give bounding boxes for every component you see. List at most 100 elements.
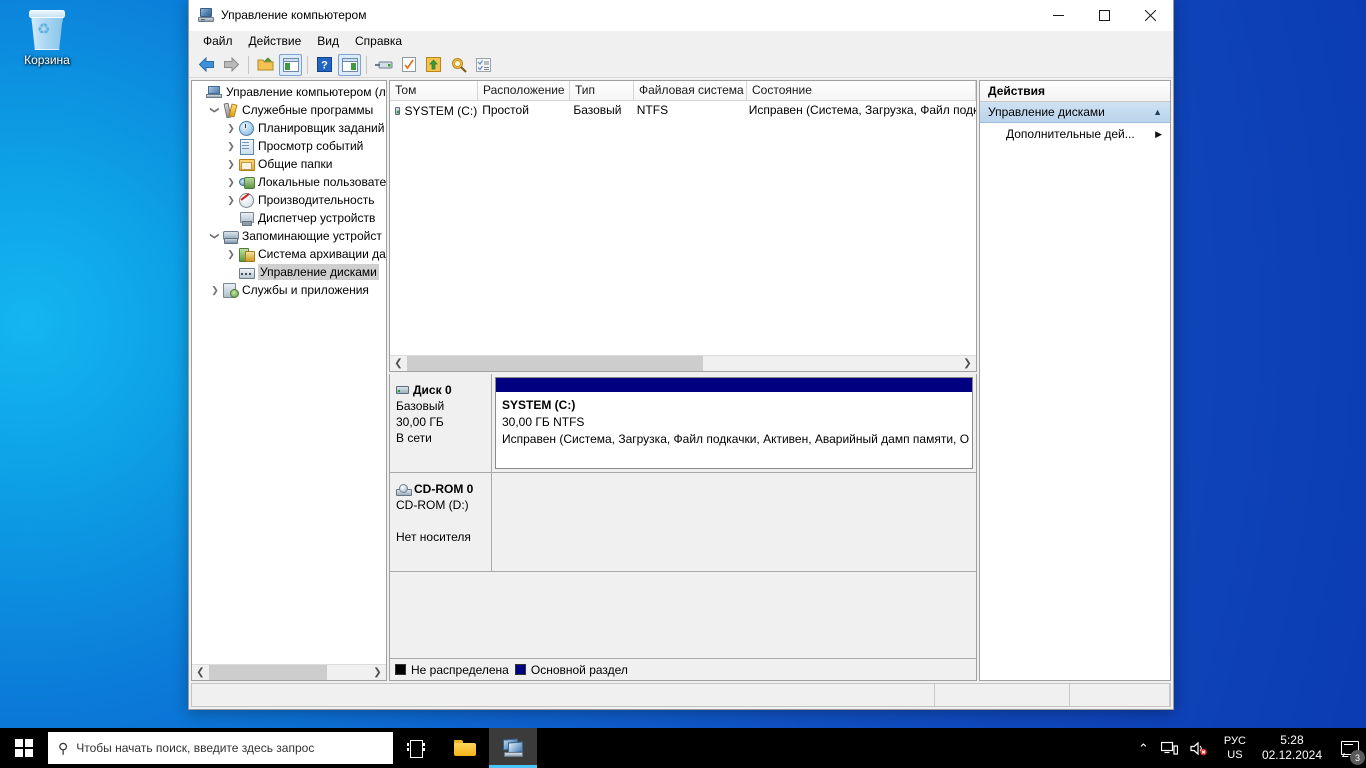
up-folder-button[interactable] [254,54,277,76]
properties-button[interactable] [397,54,420,76]
chevron-up-icon: ▲ [1153,107,1162,117]
tree-item-label: Общие папки [258,157,333,171]
volume-list-horizontal-scrollbar[interactable]: ❮ ❯ [390,355,976,371]
show-hidden-icons-button[interactable]: ⌃ [1132,728,1155,768]
tree-item-2[interactable]: ❯ Планировщик заданий [192,119,386,137]
computer-management-taskbar-button[interactable] [489,728,537,768]
disk-rows: Диск 0 Базовый 30,00 ГБ В сети SYSTEM (C… [390,374,976,658]
clock-date: 02.12.2024 [1261,748,1322,762]
rescan-disks-button[interactable] [372,54,395,76]
window-titlebar[interactable]: Управление компьютером [189,0,1173,31]
status-bar [191,683,1171,707]
show-tree-button[interactable] [279,53,302,76]
disk-row[interactable]: CD-ROM 0 CD-ROM (D:) Нет носителя [390,473,976,572]
column-header-type[interactable]: Тип [570,81,634,100]
tree-scroll-left-button[interactable]: ❮ [192,664,209,680]
svg-text:?: ? [321,60,328,72]
tree-item-3[interactable]: ❯ Просмотр событий [192,137,386,155]
export-list-button[interactable] [422,54,445,76]
volume-button[interactable] [1184,728,1214,768]
menu-action[interactable]: Действие [241,32,310,50]
network-button[interactable] [1155,728,1184,768]
tree-item-9[interactable]: ❯ Система архивации да [192,245,386,263]
chevron-right-icon[interactable]: ❯ [224,191,238,209]
minimize-button[interactable] [1035,0,1081,31]
tree-scroll-track[interactable] [209,664,369,680]
language-indicator[interactable]: РУС US [1214,734,1256,762]
search-button[interactable] [447,54,470,76]
cdrom0-media-area[interactable] [492,473,976,571]
volume-scroll-left-button[interactable]: ❮ [390,355,407,371]
action-more-actions[interactable]: Дополнительные дей... ▶ [980,123,1170,145]
partition-system-c[interactable]: SYSTEM (C:) 30,00 ГБ NTFS Исправен (Сист… [495,377,973,469]
partition-status: Исправен (Система, Загрузка, Файл подкач… [502,432,970,446]
task-view-icon [407,740,427,758]
task-view-button[interactable] [393,728,441,768]
details-list-button[interactable] [472,54,495,76]
maximize-button[interactable] [1081,0,1127,31]
chevron-right-icon[interactable]: ❯ [224,245,238,263]
forward-button[interactable] [220,54,243,76]
tree-item-10[interactable]: Управление дисками [192,263,386,281]
backup-icon [238,246,255,262]
column-header-volume[interactable]: Том [390,81,478,100]
column-header-layout[interactable]: Расположение [478,81,570,100]
volume-scroll-track[interactable] [407,355,959,371]
console-tree[interactable]: Управление компьютером (л ❯ Служебные прог… [192,81,386,664]
volume-scroll-right-button[interactable]: ❯ [959,355,976,371]
storage-icon [222,228,239,244]
computer-management-icon [502,737,524,758]
column-header-filesystem[interactable]: Файловая система [634,81,747,100]
desktop[interactable]: ♻ Корзина Управление компьютером Файл Де… [0,0,1366,768]
actions-group-disk-management[interactable]: Управление дисками ▲ [980,102,1170,123]
search-input[interactable]: ⚲ Чтобы начать поиск, введите здесь запр… [48,732,393,764]
tree-item-0[interactable]: Управление компьютером (л [192,83,386,101]
start-button[interactable] [0,728,48,768]
tree-item-5[interactable]: ❯ Локальные пользовате [192,173,386,191]
action-pane-button[interactable] [338,53,361,76]
desktop-icon-recycle-bin[interactable]: ♻ Корзина [8,6,86,80]
chevron-right-icon[interactable]: ❯ [224,137,238,155]
toolbar: ? [189,52,1173,78]
tree-scroll-thumb[interactable] [209,664,327,680]
clock[interactable]: 5:28 02.12.2024 [1256,733,1332,763]
back-button[interactable] [195,54,218,76]
chevron-right-icon[interactable]: ❯ [224,119,238,137]
menu-view[interactable]: Вид [309,32,347,50]
legend-swatch [514,664,526,675]
tree-item-8[interactable]: ❯ Запоминающие устройст [192,227,386,245]
volume-list: Том Расположение Тип Файловая система Со… [389,80,977,372]
menu-file[interactable]: Файл [195,32,241,50]
tree-item-label: Производительность [258,193,375,207]
clock-icon [238,120,254,136]
volume-scroll-thumb[interactable] [407,355,703,371]
disk-row[interactable]: Диск 0 Базовый 30,00 ГБ В сети SYSTEM (C… [390,374,976,473]
table-row[interactable]: SYSTEM (C:) Простой Базовый NTFS Исправе… [390,101,976,119]
chevron-right-icon[interactable]: ❯ [224,155,238,173]
tree-scroll-right-button[interactable]: ❯ [369,664,386,680]
menu-help[interactable]: Справка [347,32,410,50]
tree-horizontal-scrollbar[interactable]: ❮ ❯ [192,664,386,680]
help-button[interactable]: ? [313,54,336,76]
column-header-status[interactable]: Состояние [747,81,976,100]
volume-list-rows[interactable]: SYSTEM (C:) Простой Базовый NTFS Исправе… [390,101,976,355]
services-icon [222,282,239,298]
tree-item-6[interactable]: ❯ Производительность [192,191,386,209]
chevron-right-icon[interactable]: ❯ [224,173,238,191]
tree-item-11[interactable]: ❯ Службы и приложения [192,281,386,299]
volume-icon [395,107,400,115]
tree-item-1[interactable]: ❯ Служебные программы [192,101,386,119]
window-controls [1035,0,1173,31]
chevron-right-icon[interactable]: ❯ [208,281,222,299]
notifications-button[interactable]: 3 [1332,728,1366,768]
close-button[interactable] [1127,0,1173,31]
hard-disk-icon [396,386,409,394]
disk-info-cdrom0[interactable]: CD-ROM 0 CD-ROM (D:) Нет носителя [390,473,492,571]
clock-time: 5:28 [1280,733,1304,747]
tree-item-4[interactable]: ❯ Общие папки [192,155,386,173]
computer-management-icon [198,7,214,23]
tree-item-7[interactable]: Диспетчер устройств [192,209,386,227]
disk-info-disk0[interactable]: Диск 0 Базовый 30,00 ГБ В сети [390,374,492,472]
cell-type: Базовый [573,103,622,117]
file-explorer-button[interactable] [441,728,489,768]
